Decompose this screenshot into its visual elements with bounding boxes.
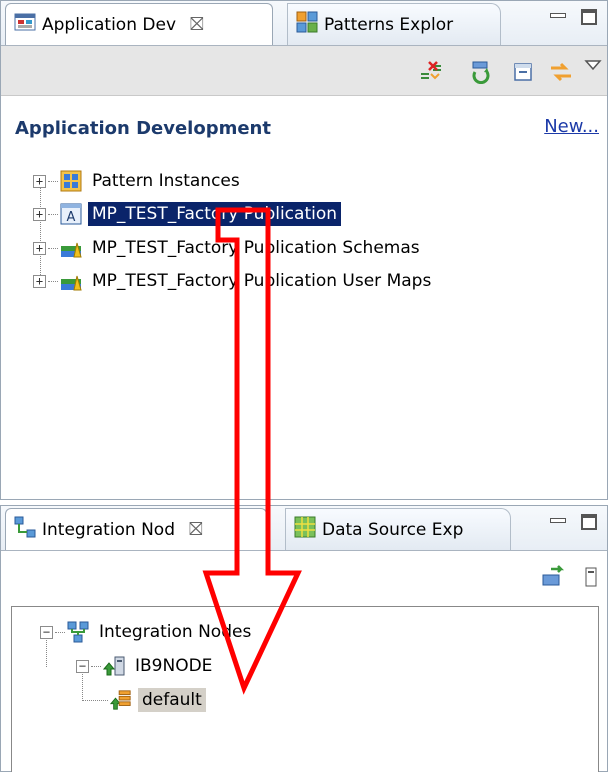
tree-item-factory-publication-schemas[interactable]: + MP_TEST_Factory Publication Schemas [33,233,424,263]
tree-item-label: MP_TEST_Factory Publication User Maps [92,271,432,291]
tab-label: Patterns Explor [324,14,454,35]
tree-item-label: default [138,688,206,712]
patterns-explorer-icon [296,11,318,38]
bottom-toolbar [1,551,607,601]
tree-item-pattern-instances[interactable]: + Pattern Instances [33,166,244,196]
tree-item-label: Integration Nodes [99,622,252,642]
data-source-explorer-icon [294,516,316,543]
view-menu-icon[interactable] [581,54,605,78]
tab-data-source-explorer[interactable]: Data Source Exp [285,508,511,550]
library-icon [60,270,82,292]
node-icon [103,655,125,677]
tree-item-factory-publication-user-maps[interactable]: + MP_TEST_Factory Publication User Maps [33,266,435,296]
expand-icon[interactable]: + [33,207,46,221]
link-with-editor-icon[interactable] [549,60,573,84]
tree-item-integration-nodes[interactable]: − Integration Nodes [40,617,255,647]
integration-server-icon [110,689,132,711]
view-menu-icon[interactable] [579,565,603,589]
tab-application-development[interactable]: Application Dev ⛝ [5,3,273,45]
maximize-icon[interactable] [581,9,597,25]
application-development-view: Application Dev ⛝ Patterns Explor Applic… [0,0,608,500]
application-dev-icon [14,11,36,38]
tab-integration-nodes[interactable]: Integration Nod ⛝ [5,508,267,550]
tab-label: Application Dev [42,14,176,35]
expand-icon[interactable]: + [33,241,46,255]
minimize-icon[interactable] [549,514,566,530]
collapse-icon[interactable]: − [40,625,53,639]
bottom-tabbar: Integration Nod ⛝ Data Source Exp [1,506,607,551]
refresh-icon[interactable] [469,60,493,84]
collapse-icon[interactable]: − [76,659,89,673]
close-icon[interactable]: ⛝ [190,14,204,35]
minimize-icon[interactable] [549,9,566,25]
tab-label: Data Source Exp [322,519,464,540]
tree-item-factory-publication[interactable]: + A MP_TEST_Factory Publication [33,199,342,229]
tree-item-label: MP_TEST_Factory Publication [88,202,342,226]
page-title: Application Development [15,118,271,139]
section-header: Application Development New... [1,96,607,152]
top-toolbar [1,46,607,96]
svg-text:A: A [67,210,76,225]
tree-item-label: Pattern Instances [92,171,240,191]
application-icon: A [60,203,82,225]
top-tabbar: Application Dev ⛝ Patterns Explor [1,1,607,46]
tab-patterns-explorer[interactable]: Patterns Explor [287,3,501,45]
integration-nodes-icon [67,621,89,643]
deploy-icon[interactable] [541,565,565,589]
tab-label: Integration Nod [42,519,175,540]
expand-icon[interactable]: + [33,174,46,188]
close-icon[interactable]: ⛝ [189,519,203,540]
expand-icon[interactable]: + [33,274,46,288]
tree-item-ib9node[interactable]: − IB9NODE [76,651,216,681]
integration-nodes-tree: − Integration Nodes − IB9NODE default [11,606,599,772]
tree-item-label: IB9NODE [135,656,213,676]
tree-item-label: MP_TEST_Factory Publication Schemas [92,238,420,258]
application-tree: + Pattern Instances + A MP_TEST_Factory … [1,161,607,461]
library-icon [60,237,82,259]
maximize-icon[interactable] [581,514,597,530]
pattern-instances-icon [60,170,82,192]
remove-mappings-icon[interactable] [419,60,443,84]
new-link[interactable]: New... [544,116,599,137]
integration-nodes-icon [14,516,36,543]
collapse-all-icon[interactable] [511,60,535,84]
tree-item-default[interactable]: default [110,685,206,715]
integration-nodes-view: Integration Nod ⛝ Data Source Exp − Inte… [0,505,608,772]
